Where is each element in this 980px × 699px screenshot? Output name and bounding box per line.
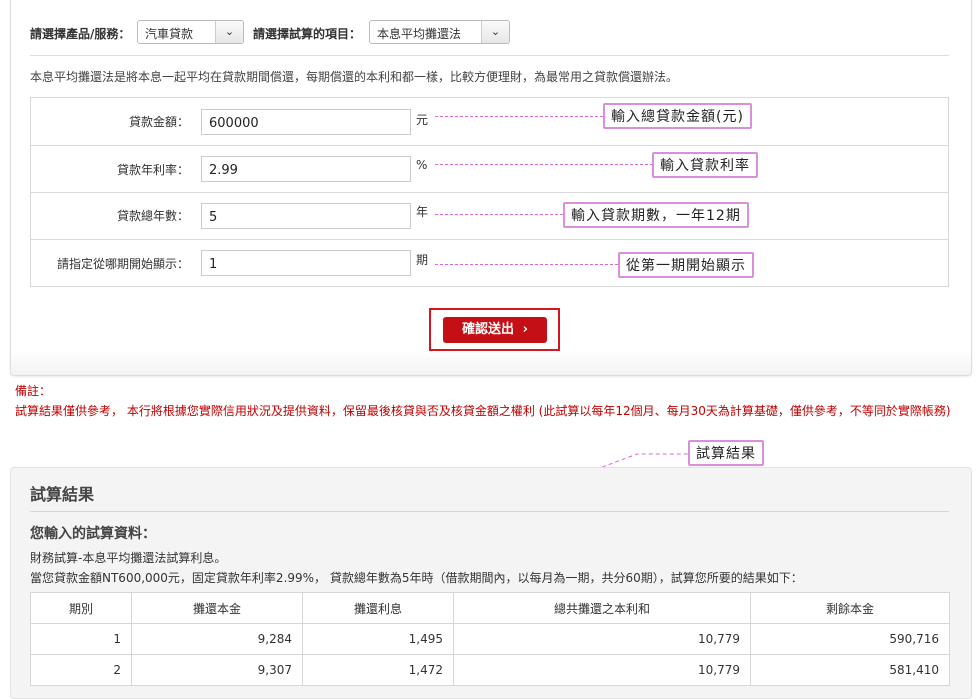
loan-form: 貸款金額： 600000 元 貸款年利率： 2.99 % 貸款總年數： 5 年 … [30, 97, 949, 287]
item-select-value: 本息平均攤還法 [377, 27, 462, 41]
note-body: 試算結果僅供參考， 本行將根據您實際信用狀況及提供資料，保留最後核貸與否及核貸金… [15, 404, 951, 418]
submit-button[interactable]: 確認送出 › [443, 317, 547, 343]
start-period-label: 請指定從哪期開始顯示： [56, 257, 189, 271]
years-unit: 年 [416, 205, 429, 219]
table-cell: 9,284 [131, 623, 303, 655]
table-cell: 10,779 [453, 654, 751, 686]
form-row-rate: 貸款年利率： 2.99 % [31, 145, 948, 193]
result-line-1: 財務試算-本息平均攤還法試算利息。 [30, 551, 227, 565]
table-cell: 590,716 [750, 623, 950, 655]
amount-input[interactable]: 600000 [201, 109, 411, 135]
product-select-value: 汽車貸款 [145, 27, 194, 41]
rate-input[interactable]: 2.99 [201, 156, 411, 182]
table-cell: 1,472 [302, 654, 454, 686]
rate-unit: % [416, 158, 428, 172]
method-description: 本息平均攤還法是將本息一起平均在貸款期間償還，每期償還的本利和都一樣，比較方便理… [30, 70, 679, 84]
chevron-down-icon: ⌄ [481, 21, 509, 43]
product-select[interactable]: 汽車貸款 ⌄ [137, 20, 244, 44]
start-period-unit: 期 [416, 253, 429, 267]
result-table: 期別 攤還本金 攤還利息 總共攤還之本利和 剩餘本金 1 9,284 1,495… [30, 592, 950, 686]
column-header: 攤還利息 [302, 592, 454, 624]
column-header: 剩餘本金 [750, 592, 950, 624]
result-subtitle: 您輸入的試算資料： [30, 526, 156, 542]
form-row-amount: 貸款金額： 600000 元 [31, 98, 948, 146]
table-cell: 2 [30, 654, 132, 686]
table-cell: 581,410 [750, 654, 950, 686]
callout-leader [435, 264, 618, 265]
callout-leader [435, 214, 563, 215]
table-cell: 10,779 [453, 623, 751, 655]
table-cell: 1,495 [302, 623, 454, 655]
rate-callout: 輸入貸款利率 [652, 152, 758, 178]
start-period-callout: 從第一期開始顯示 [618, 252, 754, 278]
years-callout: 輸入貸款期數，一年12期 [563, 202, 749, 228]
callout-leader [435, 164, 653, 165]
table-cell: 9,307 [131, 654, 303, 686]
table-row: 1 9,284 1,495 10,779 590,716 [30, 623, 950, 655]
column-header: 總共攤還之本利和 [453, 592, 751, 624]
form-row-start-period: 請指定從哪期開始顯示： 1 期 [31, 239, 948, 286]
table-row: 2 9,307 1,472 10,779 581,410 [30, 654, 950, 686]
amount-callout: 輸入總貸款金額(元) [603, 103, 752, 129]
product-select-label: 請選擇產品/服務： [30, 27, 131, 41]
table-cell: 1 [30, 623, 132, 655]
result-line-2: 當您貸款金額NT600,000元，固定貸款年利率2.99%， 貸款總年數為5年時… [30, 571, 803, 585]
item-select-label: 請選擇試算的項目： [253, 27, 362, 41]
column-header: 期別 [30, 592, 132, 624]
table-header-row: 期別 攤還本金 攤還利息 總共攤還之本利和 剩餘本金 [30, 592, 950, 624]
item-select[interactable]: 本息平均攤還法 ⌄ [369, 20, 510, 44]
submit-highlight: 確認送出 › [429, 308, 560, 351]
submit-button-label: 確認送出 [462, 322, 515, 337]
divider [30, 511, 949, 512]
note-heading: 備註： [15, 384, 52, 398]
form-row-years: 貸款總年數： 5 年 [31, 192, 948, 240]
years-input[interactable]: 5 [201, 203, 411, 229]
years-label: 貸款總年數： [116, 209, 189, 223]
amount-label: 貸款金額： [128, 115, 189, 129]
rate-label: 貸款年利率： [116, 163, 189, 177]
chevron-down-icon: ⌄ [215, 21, 243, 43]
result-callout: 試算結果 [688, 440, 764, 466]
start-period-input[interactable]: 1 [201, 250, 411, 276]
column-header: 攤還本金 [131, 592, 303, 624]
callout-leader [435, 116, 603, 117]
divider [30, 55, 949, 56]
amount-unit: 元 [416, 113, 429, 127]
chevron-right-icon: › [522, 322, 528, 337]
result-title: 試算結果 [30, 485, 95, 504]
